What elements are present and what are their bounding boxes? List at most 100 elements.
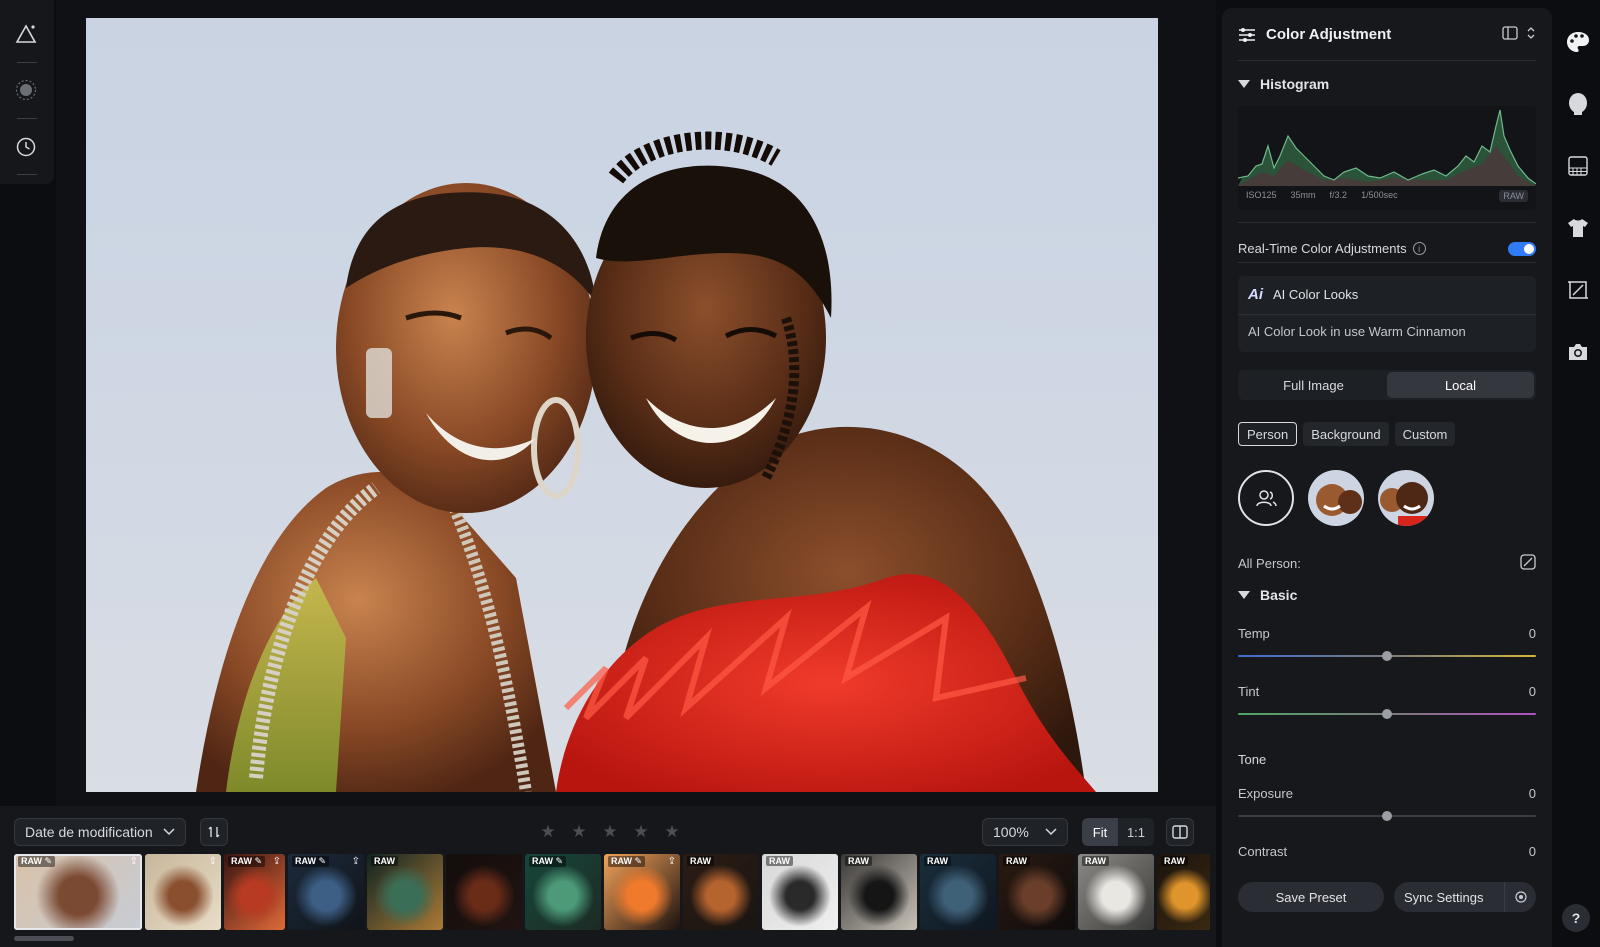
filmstrip-thumbnail[interactable]: RAW [841,854,917,930]
layout-icon[interactable] [1502,26,1518,40]
sync-settings-button[interactable]: Sync Settings [1394,882,1536,912]
filmstrip-thumbnail[interactable]: RAW [683,854,759,930]
history-icon[interactable] [12,133,40,161]
left-toolbar [0,0,54,184]
raw-tag: RAW [1082,856,1109,866]
ai-color-looks-card[interactable]: Ai AI Color Looks AI Color Look in use W… [1238,276,1536,352]
filmstrip-thumbnail[interactable]: RAW ✎ ⇪ [224,854,285,930]
face-icon[interactable] [1564,90,1592,118]
exposure-slider-handle[interactable] [1382,811,1392,821]
temp-value[interactable]: 0 [1529,626,1536,641]
tint-value[interactable]: 0 [1529,684,1536,699]
raw-tag: RAW [371,856,398,866]
palette-icon[interactable] [1564,28,1592,56]
tint-slider[interactable] [1238,709,1536,719]
filmstrip-thumbnail[interactable]: RAW [1157,854,1210,930]
all-persons-button[interactable] [1238,470,1294,526]
divider [1238,222,1536,223]
info-icon[interactable]: i [1412,242,1426,255]
compare-view-button[interactable] [1166,818,1194,846]
ai-logo-icon: Ai [1248,286,1263,303]
checker-icon[interactable] [1564,152,1592,180]
star-icon[interactable]: ★ [571,822,587,842]
histogram-section-toggle[interactable]: Histogram [1238,76,1329,92]
expand-collapse-icon[interactable] [1526,26,1536,40]
chip-custom[interactable]: Custom [1394,422,1456,446]
filmstrip-thumbnail[interactable]: RAW [920,854,996,930]
camera-icon[interactable] [1564,338,1592,366]
divider [1238,60,1536,61]
one-to-one-button[interactable]: 1:1 [1118,818,1154,846]
filmstrip-thumbnail[interactable]: RAW [762,854,838,930]
filmstrip-scrollbar[interactable] [14,936,74,941]
collapse-triangle-icon [1238,591,1250,599]
filmstrip-thumbnail[interactable]: RAW [1078,854,1154,930]
histogram-graph [1237,109,1537,186]
shirt-icon[interactable] [1564,214,1592,242]
filmstrip-thumbnail[interactable]: RAW ✎ [525,854,601,930]
chip-person[interactable]: Person [1238,422,1298,446]
tint-slider-handle[interactable] [1382,709,1392,719]
divider [1238,314,1536,315]
realtime-toggle[interactable] [1508,242,1536,256]
raw-badge: RAW [1499,190,1528,202]
filmstrip-thumbnail[interactable]: RAW ✎ ⇪ [604,854,680,930]
sort-order-button[interactable] [200,818,228,846]
rating-stars[interactable]: ★ ★ ★ ★ ★ [540,822,680,842]
exposure-slider[interactable] [1238,811,1536,821]
panel-title: Color Adjustment [1266,26,1392,43]
zoom-value: 100% [993,824,1029,840]
star-icon[interactable]: ★ [633,822,649,842]
ai-color-look-status: AI Color Look in use Warm Cinnamon [1248,324,1466,339]
sort-dropdown[interactable]: Date de modification [14,818,186,846]
raw-tag: RAW [687,856,714,866]
crop-icon[interactable] [1564,276,1592,304]
exif-aperture: f/3.2 [1329,190,1348,200]
exif-shutter: 1/500sec [1361,190,1398,200]
save-preset-button[interactable]: Save Preset [1238,882,1384,912]
raw-tag: RAW [845,856,872,866]
exposure-value[interactable]: 0 [1529,786,1536,801]
divider [1238,262,1536,263]
fit-button[interactable]: Fit [1082,818,1118,846]
histogram-title: Histogram [1260,76,1330,92]
all-person-label: All Person: [1238,556,1301,571]
filmstrip-thumbnail[interactable] [446,854,522,930]
star-icon[interactable]: ★ [540,822,556,842]
realtime-adjustments-row: Real-Time Color Adjustments i [1238,241,1426,256]
filmstrip-thumbnail[interactable]: RAW [367,854,443,930]
tab-local[interactable]: Local [1387,372,1534,398]
zoom-dropdown[interactable]: 100% [982,818,1068,846]
bottom-bar: Date de modification ★ ★ ★ ★ ★ 100% Fit 1:1 … [0,806,1216,947]
main-photo[interactable] [86,18,1158,792]
star-icon[interactable]: ★ [664,822,680,842]
exif-meta: ISO125 35mm f/3.2 1/500sec RAW [1246,190,1528,202]
filmstrip-thumbnail[interactable]: RAW [999,854,1075,930]
filmstrip-thumbnail[interactable]: ⇪ [145,854,221,930]
sync-options-icon[interactable] [1504,882,1536,912]
edit-mask-icon[interactable] [1520,554,1536,575]
ai-edit-icon[interactable] [12,20,40,48]
toolbar-divider [17,174,37,175]
raw-tag: RAW ✎ [608,856,646,867]
contrast-value[interactable]: 0 [1529,844,1536,859]
help-button[interactable]: ? [1562,904,1590,932]
temp-slider-handle[interactable] [1382,651,1392,661]
sync-settings-label: Sync Settings [1404,889,1484,905]
star-icon[interactable]: ★ [602,822,618,842]
chip-background[interactable]: Background [1303,422,1389,446]
person-2-avatar[interactable] [1378,470,1434,526]
sliders-icon [1239,27,1255,42]
realtime-label: Real-Time Color Adjustments [1238,241,1407,256]
brightness-icon[interactable] [12,76,40,104]
basic-section-toggle[interactable]: Basic [1238,587,1297,603]
target-chips: Person Background Custom [1238,422,1456,446]
filmstrip-thumbnail[interactable]: RAW ✎ ⇪ [288,854,364,930]
person-selector [1238,470,1434,526]
filmstrip-thumbnail[interactable]: RAW ✎ ⇪ [14,854,142,930]
tab-full-image[interactable]: Full Image [1240,372,1387,398]
chevron-down-icon [1045,828,1057,836]
exif-focal: 35mm [1290,190,1316,200]
temp-slider[interactable] [1238,651,1536,661]
person-1-avatar[interactable] [1308,470,1364,526]
